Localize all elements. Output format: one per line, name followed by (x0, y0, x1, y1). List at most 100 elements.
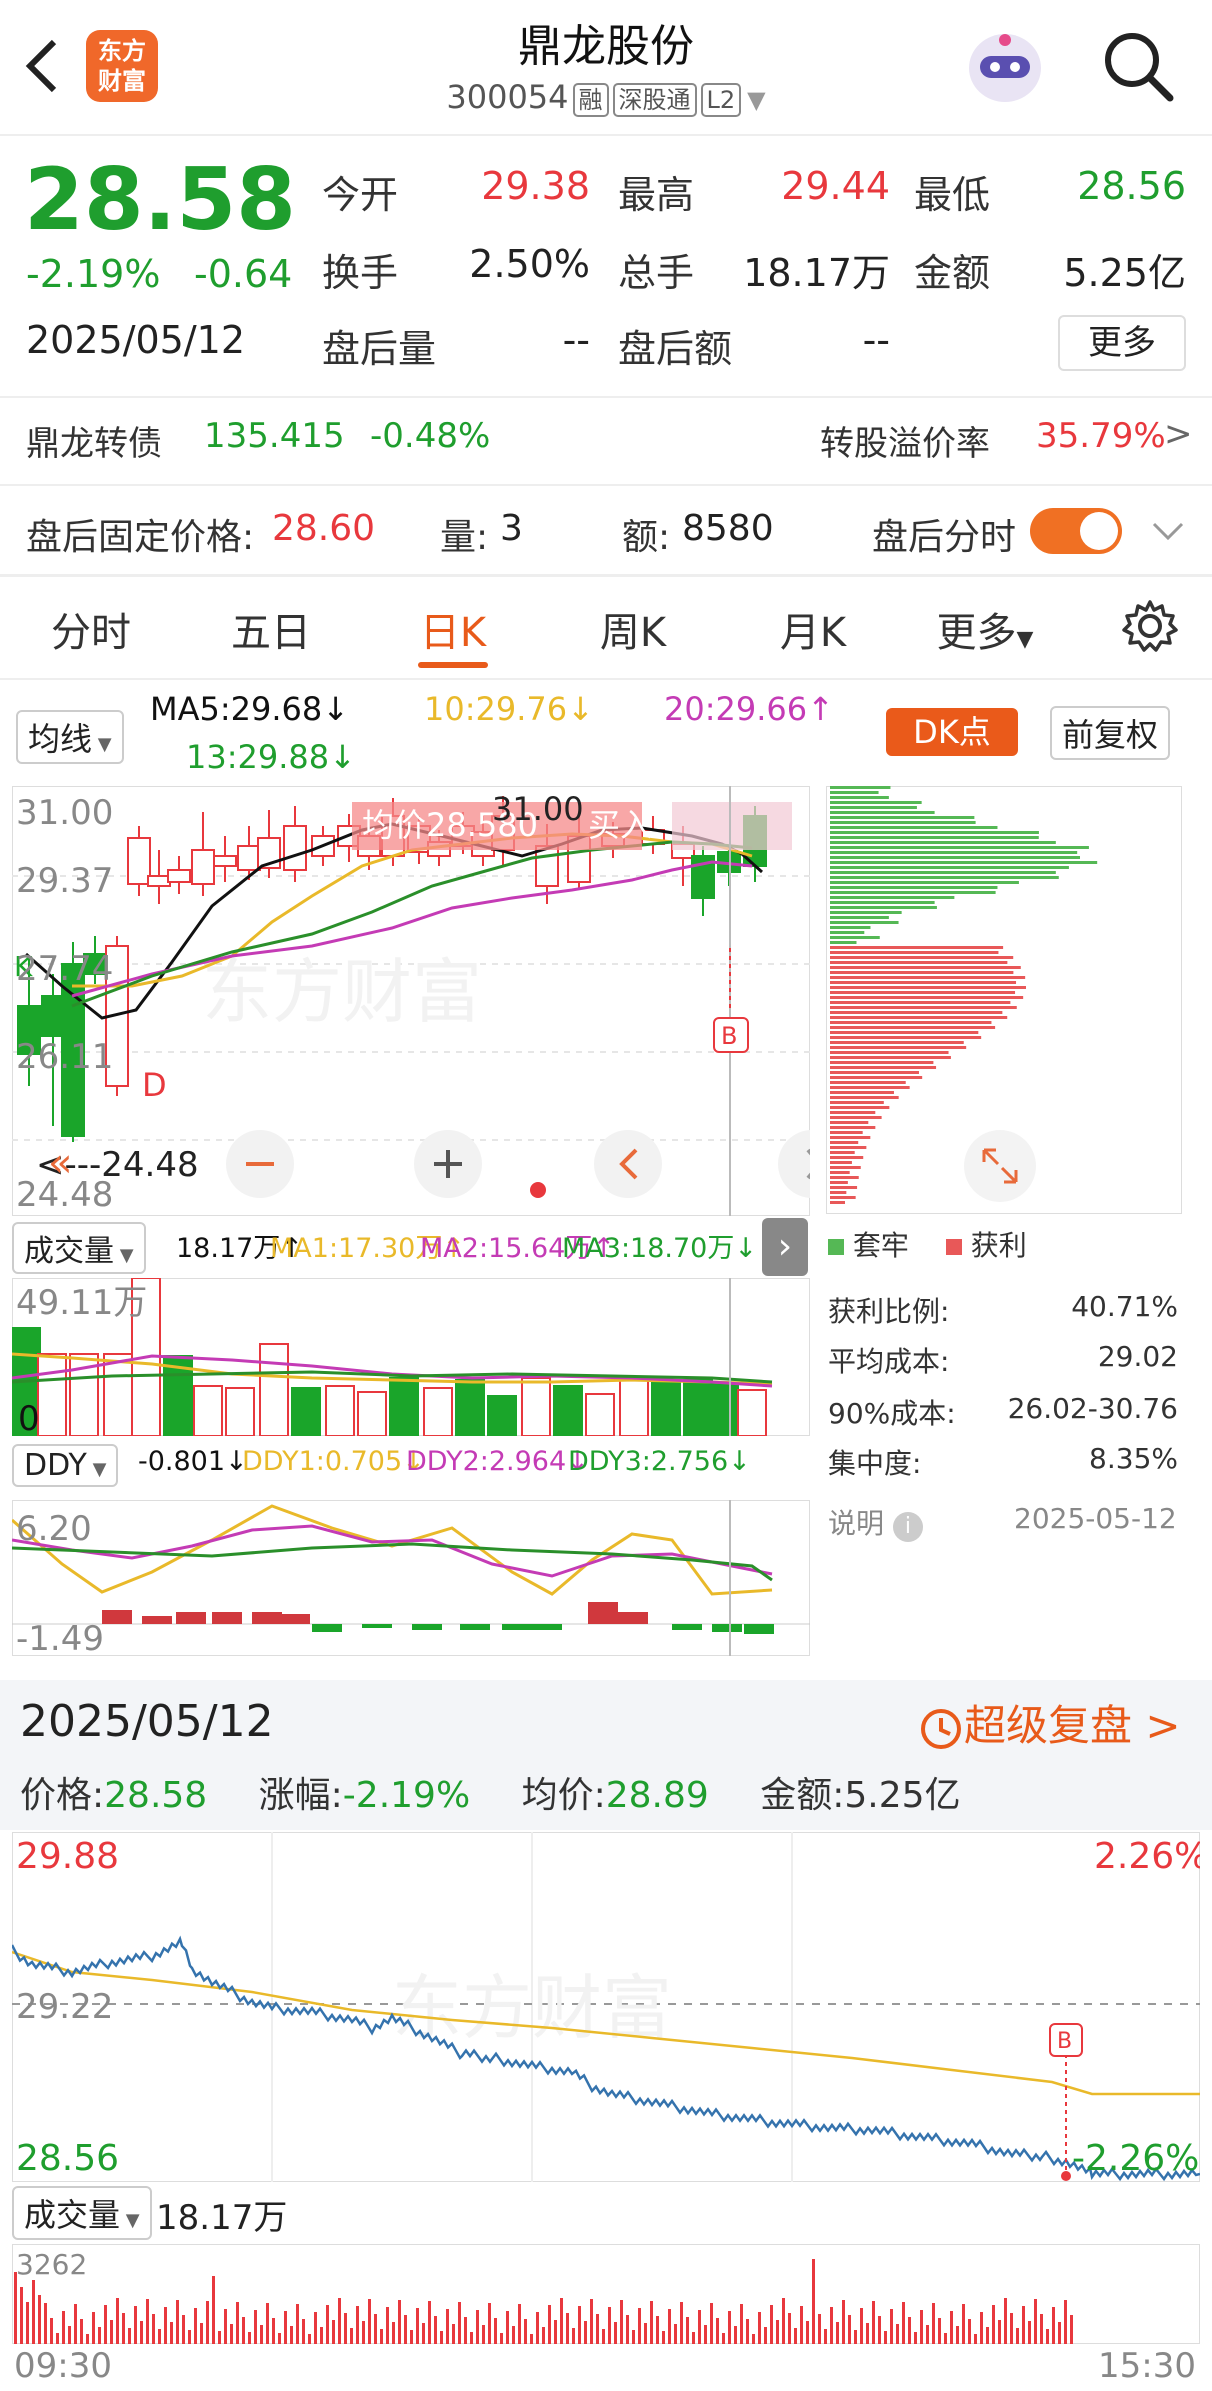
settings-gear-icon[interactable] (1120, 596, 1180, 656)
intraday-volume-bar (266, 2303, 269, 2344)
intraday-volume-bar (176, 2300, 179, 2344)
chip-bar (830, 961, 1008, 964)
chip-bar (830, 821, 976, 824)
tab-more[interactable]: 更多▼ (910, 600, 1060, 658)
volume-bar (619, 1377, 649, 1436)
chip-bar (830, 811, 935, 814)
intraday-price: 28.58 (104, 1775, 208, 1816)
signal-d: D (142, 1066, 167, 1104)
afterhours-toggle[interactable] (1030, 508, 1122, 554)
chip-bar (830, 891, 996, 894)
legend-trapped: 套牢 (852, 1229, 909, 1262)
chip-bar (830, 1141, 859, 1144)
adjust-price-button[interactable]: 前复权 (1050, 706, 1171, 760)
candle-body (213, 855, 237, 867)
stock-code: 300054 (446, 78, 569, 116)
intraday-volume-bar (968, 2319, 971, 2344)
tab-weekly-k[interactable]: 周K (548, 600, 718, 658)
intraday-volume-bar (554, 2320, 557, 2344)
volume-bar (423, 1387, 453, 1436)
volume-bar (291, 1387, 321, 1436)
intraday-y-mid: 29.22 (16, 1987, 113, 2027)
chip-bar (830, 986, 1026, 989)
afterhours-volume-value: -- (562, 318, 590, 362)
intraday-volume-bar (632, 2330, 635, 2344)
ddy-bar (618, 1612, 648, 1624)
intraday-volume-bar (62, 2311, 65, 2344)
intraday-volume-bar (608, 2307, 611, 2344)
chip-bar (830, 1191, 847, 1194)
ma-selector[interactable]: 均线 ▼ (16, 710, 124, 764)
intraday-volume-bar (494, 2318, 497, 2344)
last-price: 28.58 (24, 150, 297, 250)
intraday-volume-bar (356, 2306, 359, 2344)
intraday-volume-bar (728, 2311, 731, 2344)
cost90-label: 90%成本: (828, 1397, 956, 1430)
bond-row[interactable]: 鼎龙转债 135.415 -0.48% 转股溢价率 35.79% > (0, 398, 1212, 484)
intraday-volume-bar (236, 2302, 239, 2344)
intraday-volume-bar (818, 2314, 821, 2344)
volume-bar (487, 1395, 517, 1436)
vol-zero-label: 0 (18, 1399, 40, 1436)
intraday-volume-bar (440, 2331, 443, 2344)
chip-bar (830, 996, 1024, 999)
volume-bar (709, 1383, 739, 1436)
candle-body (237, 845, 261, 871)
search-icon[interactable] (1100, 28, 1176, 104)
intraday-volume-bar (770, 2305, 773, 2344)
chip-bar (830, 1096, 899, 1099)
tab-five-day[interactable]: 五日 (186, 600, 356, 658)
chevron-down-icon[interactable]: ▼ (747, 86, 765, 114)
intraday-volume-bar (854, 2330, 857, 2344)
intraday-avg: 28.89 (605, 1775, 709, 1816)
intraday-volume-bar (668, 2309, 671, 2344)
avg-cost-label: 平均成本: (828, 1345, 950, 1378)
ddy-bar (280, 1614, 310, 1624)
panel-expand-button[interactable]: › (762, 1218, 808, 1276)
tab-daily-k[interactable]: 日K (368, 600, 538, 658)
chip-bar (830, 1176, 859, 1179)
profit-ratio-value: 40.71% (1071, 1290, 1178, 1323)
expand-chevron-icon[interactable] (1148, 516, 1188, 546)
afterhours-amount-label: 盘后额 (618, 327, 733, 371)
tab-timeshare[interactable]: 分时 (6, 600, 176, 658)
intraday-chart[interactable]: 东方财富 B 29.88 29.22 28.56 2.26% -2.26% (12, 1832, 1200, 2182)
intraday-volume-bar (230, 2324, 233, 2344)
intraday-volume-bar (278, 2333, 281, 2344)
intraday-volume-bar (170, 2322, 173, 2344)
chip-bar (830, 1181, 848, 1184)
super-review-button[interactable]: 超级复盘 > (918, 1692, 1181, 1753)
cost90-value: 26.02-30.76 (1007, 1392, 1178, 1425)
chip-bar (830, 1161, 852, 1164)
volume-bar (225, 1387, 255, 1436)
intraday-volume-selector[interactable]: 成交量 ▼ (12, 2186, 152, 2240)
chip-note[interactable]: 说明 i (828, 1502, 923, 1542)
intraday-volume-bar (812, 2259, 815, 2344)
intraday-volume-bar (776, 2320, 779, 2344)
afterhours-volume-label: 盘后量 (322, 327, 437, 371)
volume-bar (103, 1353, 133, 1436)
volume-bar (389, 1377, 419, 1436)
intraday-volume-bar (626, 2315, 629, 2344)
volume-selector[interactable]: 成交量 ▼ (12, 1222, 146, 1274)
ah-amt-label: 额: (622, 517, 671, 558)
ddy-selector[interactable]: DDY ▼ (12, 1444, 119, 1487)
ddy-bar (672, 1624, 702, 1630)
tag-level2: L2 (700, 83, 742, 117)
intraday-change: -2.19% (342, 1775, 471, 1816)
intraday-volume-bar (314, 2312, 317, 2344)
more-button[interactable]: 更多 (1058, 315, 1186, 371)
chip-bar (830, 941, 857, 944)
volume-chart: 49.11万 0 (12, 1278, 810, 1436)
kline-chart[interactable]: 东方财富 均价28.580 买入 31.00 B D K 31.00 29.37… (12, 786, 810, 1216)
intraday-volume-total: 18.17万 (156, 2198, 288, 2238)
tab-monthly-k[interactable]: 月K (728, 600, 898, 658)
intraday-volume-bar (386, 2307, 389, 2344)
chip-bar (830, 836, 1039, 839)
dk-point-button[interactable]: DK点 (886, 708, 1018, 756)
chip-bar (830, 936, 880, 939)
premium-label: 转股溢价率 (820, 424, 990, 464)
robot-assistant-icon[interactable] (960, 26, 1050, 110)
intraday-volume-bar (884, 2331, 887, 2344)
intraday-volume-bar (146, 2299, 149, 2344)
